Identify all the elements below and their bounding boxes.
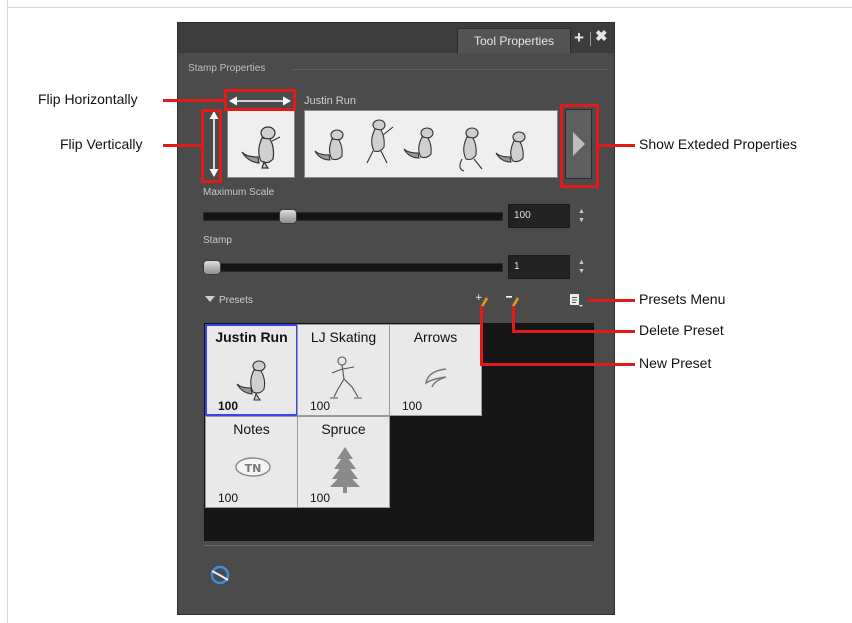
preset-item-spruce[interactable]: Spruce 100: [297, 416, 390, 508]
close-icon[interactable]: ✖: [595, 28, 608, 46]
presets-toggle[interactable]: Presets: [205, 295, 253, 306]
flip-horizontally-highlight: [224, 89, 296, 111]
toonboom-logo-icon: [210, 565, 230, 585]
collapse-triangle-icon: [205, 296, 215, 302]
skater-icon: [330, 356, 362, 399]
presets-grid: Justin Run 100 LJ Skating 100 Arrows 100…: [204, 323, 594, 541]
presets-menu-callout: Presets Menu: [639, 291, 726, 307]
stamp-field[interactable]: 1: [508, 255, 570, 279]
tab-tool-properties[interactable]: Tool Properties: [457, 28, 571, 53]
preset-value: 100: [218, 399, 239, 413]
preset-item-justin-run[interactable]: Justin Run 100: [205, 324, 298, 416]
new-preset-leader-h: [480, 363, 635, 366]
beaver-icon: [241, 126, 281, 169]
preset-item-lj-skating[interactable]: LJ Skating 100: [297, 324, 390, 416]
note-stamp-icon: TN: [235, 457, 271, 477]
stamp-frames-strip: [304, 110, 558, 178]
delete-preset-callout: Delete Preset: [639, 322, 724, 338]
delete-preset-leader-v: [512, 306, 515, 332]
stamp-stepper[interactable]: ▲ ▼: [578, 258, 585, 276]
maximum-scale-stepper[interactable]: ▲ ▼: [578, 207, 585, 225]
preset-item-notes[interactable]: Notes TN 100: [205, 416, 298, 508]
extended-properties-leader: [599, 144, 635, 147]
new-preset-icon[interactable]: +: [475, 293, 489, 307]
presets-menu-leader: [588, 299, 635, 302]
stamp-slider-handle[interactable]: [203, 260, 221, 275]
footer-divider: [204, 545, 592, 546]
preset-value: 100: [310, 399, 331, 413]
svg-text:+: +: [475, 293, 483, 303]
stamp-frames-art: [314, 119, 526, 172]
maximum-scale-label: Maximum Scale: [203, 187, 275, 198]
preset-name: Spruce: [321, 421, 366, 437]
preset-name: Notes: [233, 421, 270, 437]
flip-horizontally-callout: Flip Horizontally: [38, 91, 138, 107]
arrow-stroke-icon: [425, 368, 447, 388]
maximum-scale-slider[interactable]: [203, 212, 503, 221]
spruce-tree-icon: [330, 447, 360, 493]
stamp-thumbnail[interactable]: [227, 110, 295, 178]
preset-value: 100: [218, 491, 239, 505]
svg-text:TN: TN: [245, 462, 262, 475]
show-extended-properties-callout: Show Exteded Properties: [639, 136, 797, 152]
extended-properties-highlight: [560, 104, 599, 188]
new-preset-leader-v: [480, 306, 483, 365]
presets-label: Presets: [219, 295, 253, 306]
add-view-icon[interactable]: +: [574, 29, 584, 47]
stamp-slider[interactable]: [203, 263, 503, 272]
preset-name: Justin Run: [215, 329, 288, 345]
stamp-name-label: Justin Run: [304, 95, 356, 107]
section-divider: [292, 69, 608, 70]
preset-name: LJ Skating: [310, 329, 377, 345]
delete-preset-leader-h: [512, 330, 635, 333]
section-title: Stamp Properties: [188, 63, 266, 74]
preset-name: Arrows: [413, 329, 458, 345]
maximum-scale-field[interactable]: 100: [508, 204, 570, 228]
stamp-label: Stamp: [203, 235, 232, 246]
panel-titlebar: Tool Properties + ✖: [178, 23, 614, 53]
preset-item-arrows[interactable]: Arrows 100: [389, 324, 482, 416]
flip-vertically-leader: [163, 144, 201, 147]
flip-horizontally-leader: [163, 99, 224, 102]
flip-vertically-callout: Flip Vertically: [60, 136, 143, 152]
preset-value: 100: [310, 491, 331, 505]
titlebar-divider: [590, 32, 591, 46]
maximum-scale-slider-handle[interactable]: [279, 209, 298, 224]
presets-menu-icon[interactable]: [569, 293, 583, 307]
delete-preset-icon[interactable]: [506, 293, 520, 307]
new-preset-callout: New Preset: [639, 355, 712, 371]
preset-value: 100: [402, 399, 423, 413]
frame-top-border: [7, 7, 852, 8]
flip-vertically-highlight: [201, 109, 222, 183]
frame-left-border: [7, 0, 8, 623]
beaver-icon: [236, 360, 266, 401]
